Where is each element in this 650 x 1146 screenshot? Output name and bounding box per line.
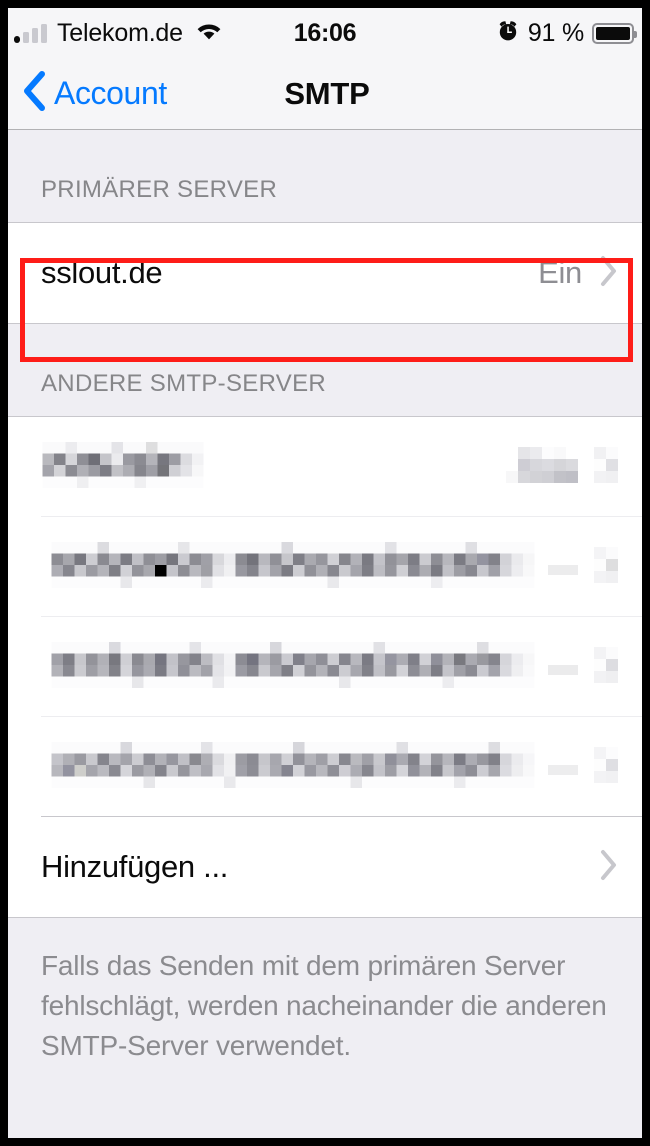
section-footer-text: Falls das Senden mit dem primären Server… <box>41 950 607 1061</box>
status-bar-right: 91 % <box>496 8 637 58</box>
add-server-row[interactable]: Hinzufügen ... <box>8 817 642 917</box>
add-server-label: Hinzufügen ... <box>41 849 229 884</box>
primary-server-row-sslout[interactable]: sslout.de Ein <box>8 223 642 323</box>
other-server-row-2[interactable] <box>8 517 642 617</box>
primary-server-group: sslout.de Ein <box>8 222 642 324</box>
status-bar: Telekom.de 16:06 91 % <box>8 8 642 58</box>
chevron-right-icon <box>598 848 618 887</box>
redacted-chevron-right-icon-3 <box>594 645 618 690</box>
other-servers-group: Hinzufügen ... <box>8 416 642 918</box>
cellular-signal-icon <box>14 23 47 43</box>
section-header-other-servers: ANDERE SMTP-SERVER <box>8 324 642 416</box>
redacted-server-value-4 <box>548 754 578 781</box>
redacted-server-name-3 <box>41 641 545 693</box>
other-server-row-1[interactable] <box>8 417 642 517</box>
redacted-chevron-right-icon-2 <box>594 545 618 590</box>
navigation-bar: Account SMTP <box>8 58 642 130</box>
redacted-server-value-1 <box>506 445 578 490</box>
status-bar-left: Telekom.de <box>14 8 225 58</box>
battery-percent-label: 91 % <box>527 18 584 47</box>
primary-server-status: Ein <box>538 255 582 290</box>
redacted-chevron-right-icon-4 <box>594 745 618 790</box>
section-header-primary-server: PRIMÄRER SERVER <box>8 130 642 222</box>
other-server-row-4[interactable] <box>8 717 642 817</box>
section-header-primary-label: PRIMÄRER SERVER <box>41 176 278 203</box>
redacted-server-name-1 <box>41 441 205 493</box>
redacted-chevron-right-icon-1 <box>594 445 618 490</box>
device-frame: Telekom.de 16:06 91 % Account SMTP PRIMÄ… <box>0 0 650 1146</box>
chevron-right-icon <box>598 254 618 293</box>
clock-label: 16:06 <box>293 18 357 47</box>
redacted-server-name-2 <box>41 541 545 593</box>
wifi-icon <box>193 19 225 48</box>
settings-list: PRIMÄRER SERVER sslout.de Ein ANDERE SMT… <box>8 130 642 1066</box>
battery-full-icon <box>592 22 637 44</box>
primary-server-name: sslout.de <box>41 255 163 290</box>
alarm-clock-icon <box>496 19 520 48</box>
page-title-label: SMTP <box>284 75 370 111</box>
page-title: SMTP <box>8 58 642 129</box>
redacted-server-name-4 <box>41 741 545 793</box>
section-header-other-label: ANDERE SMTP-SERVER <box>41 370 327 397</box>
redacted-server-value-2 <box>548 554 578 581</box>
other-server-row-3[interactable] <box>8 617 642 717</box>
phone-screen: Telekom.de 16:06 91 % Account SMTP PRIMÄ… <box>8 8 642 1138</box>
section-footer-note: Falls das Senden mit dem primären Server… <box>8 918 642 1066</box>
carrier-label: Telekom.de <box>57 18 183 47</box>
redacted-server-value-3 <box>548 654 578 681</box>
